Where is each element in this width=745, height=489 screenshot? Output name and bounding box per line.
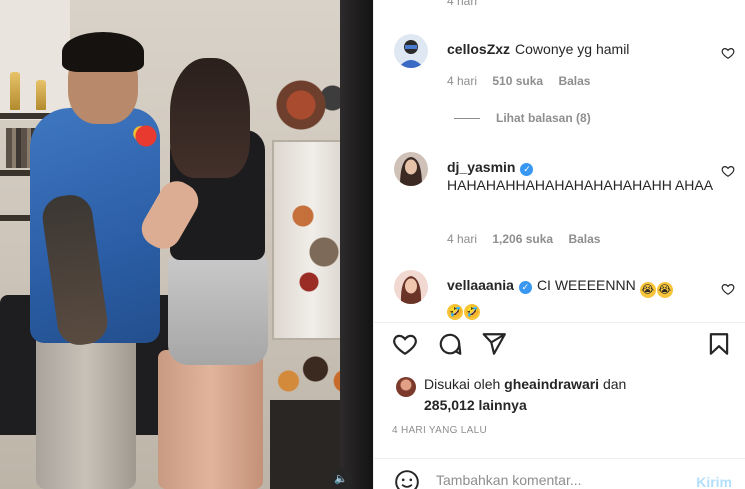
comment-username[interactable]: dj_yasmin	[447, 159, 515, 175]
reply-button[interactable]: Balas	[568, 232, 600, 246]
post-time-ago[interactable]: 4 HARI YANG LALU	[392, 425, 487, 436]
video-figurines	[285, 180, 345, 300]
action-bar	[374, 323, 745, 365]
avatar[interactable]	[396, 377, 416, 397]
comment-username[interactable]: vellaaania	[447, 277, 514, 293]
heart-icon[interactable]	[392, 331, 418, 357]
reply-button[interactable]: Balas	[558, 74, 590, 88]
comments-panel: 4 hari cellosZxz Cowonye yg hamil 4 hari …	[373, 0, 745, 489]
heart-icon[interactable]	[721, 164, 735, 178]
heart-icon[interactable]	[721, 282, 735, 296]
video-man-legs	[36, 330, 136, 489]
send-icon[interactable]	[481, 331, 507, 357]
liked-by-prefix: Disukai oleh	[424, 376, 501, 392]
comment-list[interactable]: 4 hari cellosZxz Cowonye yg hamil 4 hari …	[374, 0, 745, 322]
previous-comment-time: 4 hari	[447, 0, 478, 8]
verified-badge-icon: ✓	[518, 281, 532, 294]
speaker-icon[interactable]: 🔈	[330, 468, 352, 489]
add-comment-bar: Kirim	[374, 457, 745, 489]
view-replies-button[interactable]: Lihat balasan (8)	[454, 111, 591, 125]
comment-likes[interactable]: 510 suka	[492, 74, 543, 88]
comment-text: dj_yasmin ✓ HAHAHAHHAHAHAHAHAHAHAHH AHAA	[447, 158, 715, 194]
laughing-emoji-icon: 🤣	[464, 304, 480, 320]
comment-message: Cowonye yg hamil	[515, 41, 630, 57]
comment-icon[interactable]	[437, 331, 463, 357]
comment-text: vellaaania ✓ CI WEEEENNN 😭 😭 🤣 🤣	[447, 276, 715, 320]
comment-time: 4 hari	[447, 74, 478, 88]
comment-meta: 4 hari 1,206 suka Balas	[447, 232, 612, 246]
video-woman-legs	[158, 350, 263, 489]
video-dark-figure	[340, 0, 373, 489]
video-red-toy	[133, 124, 159, 148]
liked-by-conjunction: dan	[602, 376, 627, 392]
crying-emoji-icon: 😭	[656, 282, 673, 298]
comment-input[interactable]	[436, 472, 676, 488]
comment-likes[interactable]: 1,206 suka	[492, 232, 553, 246]
comment-meta: 4 hari 510 suka Balas	[447, 74, 602, 88]
crying-emoji-icon: 😭	[639, 282, 656, 298]
video-trophy	[10, 72, 20, 110]
video-woman-shorts	[168, 255, 268, 365]
video-woman-hair	[170, 58, 250, 178]
verified-badge-icon: ✓	[520, 163, 534, 176]
liked-by-others[interactable]: 285,012 lainnya	[424, 397, 527, 413]
avatar[interactable]	[394, 152, 428, 186]
video-man-hair	[62, 32, 144, 72]
post-comment-button[interactable]: Kirim	[696, 474, 732, 489]
heart-icon[interactable]	[721, 46, 735, 60]
liked-by-user[interactable]: gheaindrawari	[504, 376, 599, 392]
likes-text: Disukai oleh gheaindrawari dan 285,012 l…	[424, 374, 724, 416]
avatar[interactable]	[394, 270, 428, 304]
video-trophy	[36, 80, 46, 110]
bookmark-icon[interactable]	[706, 331, 732, 357]
comment-message: CI WEEEENNN	[536, 277, 636, 293]
smile-icon[interactable]	[394, 469, 420, 489]
comment-message: HAHAHAHHAHAHAHAHAHAHAHH AHAA	[447, 177, 714, 193]
comment-username[interactable]: cellosZxz	[447, 41, 510, 57]
comment-time: 4 hari	[447, 232, 478, 246]
comment-text: cellosZxz Cowonye yg hamil	[447, 40, 715, 58]
post-video[interactable]: 🔈	[0, 0, 373, 489]
avatar[interactable]	[394, 34, 428, 68]
laughing-emoji-icon: 🤣	[447, 304, 463, 320]
